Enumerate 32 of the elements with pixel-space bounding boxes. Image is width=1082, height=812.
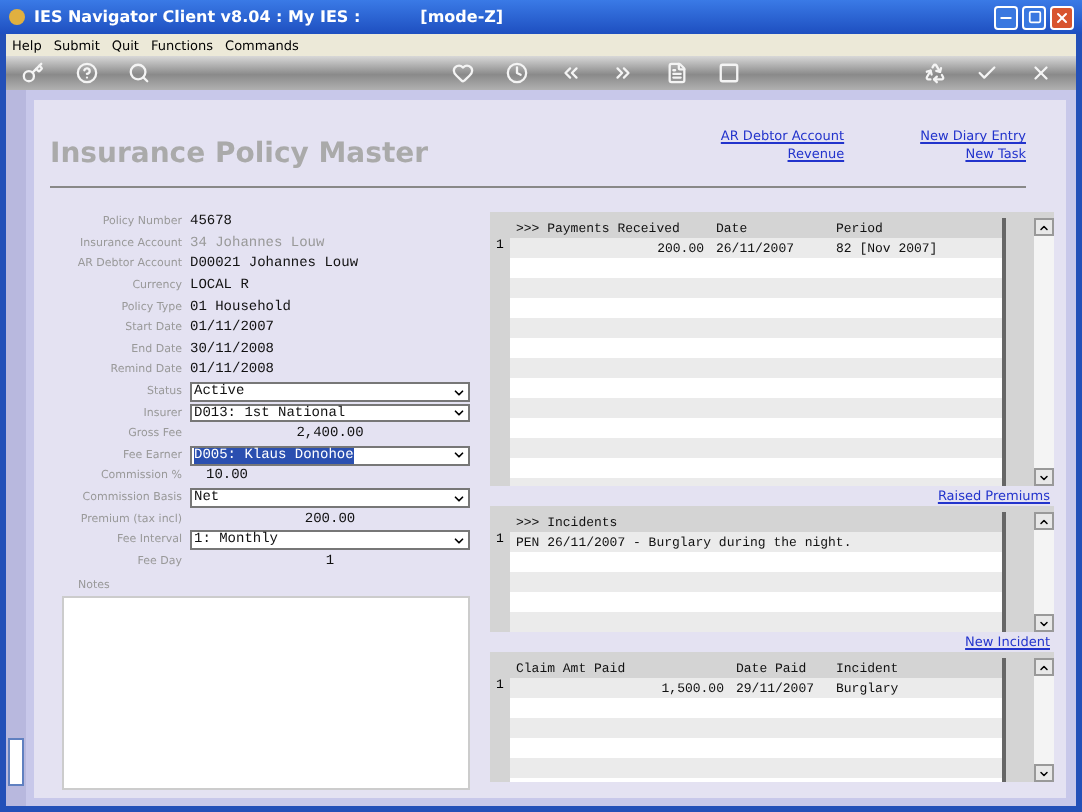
scroll-up-icon[interactable] bbox=[1038, 661, 1050, 673]
scroll-down-icon[interactable] bbox=[1038, 617, 1050, 629]
app-icon bbox=[8, 8, 26, 26]
page-title: Insurance Policy Master bbox=[50, 138, 431, 170]
key-icon[interactable] bbox=[22, 62, 44, 84]
window-title: IES Navigator Client v8.04 : My IES : bbox=[34, 8, 361, 26]
scroll-down-icon[interactable] bbox=[1038, 767, 1050, 779]
heart-icon[interactable] bbox=[452, 62, 475, 84]
scrollbar[interactable] bbox=[1034, 658, 1054, 782]
square-icon[interactable] bbox=[718, 62, 741, 84]
maximize-icon bbox=[1027, 10, 1041, 24]
recycle-icon[interactable] bbox=[923, 62, 946, 84]
clock-icon[interactable] bbox=[506, 62, 529, 84]
side-tab[interactable] bbox=[8, 738, 24, 786]
next-icon[interactable] bbox=[612, 62, 635, 84]
scroll-down-icon[interactable] bbox=[1038, 471, 1050, 483]
close-icon bbox=[1054, 9, 1070, 25]
maximize-button[interactable] bbox=[1022, 5, 1046, 29]
scrollbar[interactable] bbox=[1034, 218, 1054, 486]
scroll-up-icon[interactable] bbox=[1038, 515, 1050, 527]
close-icon[interactable] bbox=[1029, 62, 1052, 84]
notes-field[interactable] bbox=[62, 596, 470, 790]
close-button[interactable] bbox=[1050, 5, 1074, 29]
scrollbar[interactable] bbox=[1034, 512, 1054, 632]
document-icon[interactable] bbox=[665, 62, 688, 84]
search-icon[interactable] bbox=[128, 62, 151, 84]
check-icon[interactable] bbox=[976, 62, 999, 84]
minimize-button[interactable] bbox=[994, 5, 1018, 29]
scroll-up-icon[interactable] bbox=[1038, 221, 1050, 233]
help-icon[interactable] bbox=[75, 62, 98, 84]
previous-icon[interactable] bbox=[559, 62, 582, 84]
mode-indicator: [mode-Z] bbox=[420, 8, 504, 26]
